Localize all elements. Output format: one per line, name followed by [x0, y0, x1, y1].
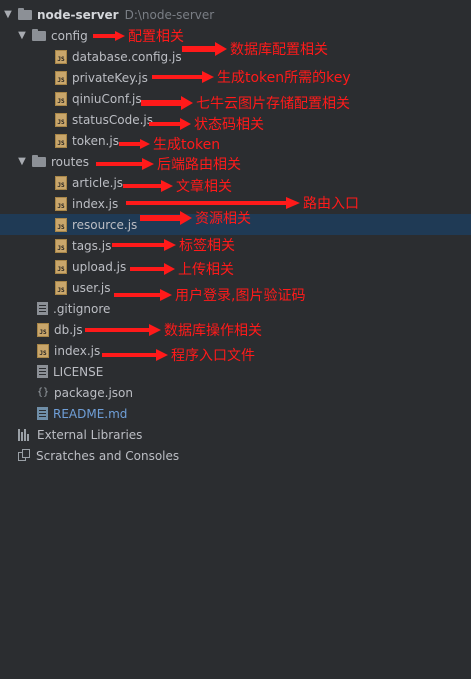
- tree-item-label: README.md: [53, 406, 128, 421]
- js-file-icon: JS: [55, 70, 67, 85]
- annotation-text: 数据库操作相关: [164, 322, 262, 339]
- project-path: D:\node-server: [124, 7, 215, 22]
- red-arrow-icon: [152, 70, 214, 83]
- tree-item-label: Scratches and Consoles: [36, 448, 180, 463]
- annotation-qiniu-conf: 七牛云图片存储配置相关: [141, 92, 350, 113]
- chevron-down-icon[interactable]: ▼: [16, 30, 28, 41]
- json-file-icon: {}: [37, 387, 50, 398]
- tree-item-label: article.js: [72, 175, 124, 190]
- js-file-icon: JS: [55, 175, 67, 190]
- red-arrow-icon: [114, 288, 172, 301]
- annotation-user: 用户登录,图片验证码: [114, 284, 305, 305]
- red-arrow-icon: [93, 30, 125, 41]
- library-icon: [18, 428, 32, 441]
- tree-item-label: index.js: [54, 343, 101, 358]
- folder-icon: [18, 7, 32, 20]
- annotation-text: 后端路由相关: [157, 156, 241, 173]
- tree-item-label: token.js: [72, 133, 119, 148]
- chevron-down-icon[interactable]: ▼: [16, 156, 28, 167]
- annotation-text: 标签相关: [179, 237, 235, 254]
- annotation-upload: 上传相关: [130, 258, 234, 279]
- tree-item-label: qiniuConf.js: [72, 91, 142, 106]
- annotation-text: 七牛云图片存储配置相关: [196, 95, 350, 112]
- red-arrow-icon: [182, 41, 227, 56]
- annotation-token: 生成token: [119, 133, 220, 154]
- js-file-icon: JS: [55, 217, 67, 232]
- js-file-icon: JS: [55, 259, 67, 274]
- annotation-root-index: 程序入口文件: [102, 344, 255, 365]
- annotation-database-config: 数据库配置相关: [182, 38, 328, 59]
- red-arrow-icon: [130, 262, 175, 275]
- red-arrow-icon: [112, 238, 176, 251]
- tree-item-upload[interactable]: JS upload.js: [0, 256, 471, 277]
- tree-item-label: LICENSE: [53, 364, 104, 379]
- js-file-icon: JS: [55, 91, 67, 106]
- tree-item-label: External Libraries: [37, 427, 143, 442]
- tree-item-label: db.js: [54, 322, 83, 337]
- red-arrow-icon: [102, 348, 168, 361]
- annotation-text: 程序入口文件: [171, 347, 255, 364]
- tree-item-label: user.js: [72, 280, 111, 295]
- js-file-icon: JS: [37, 343, 49, 358]
- annotation-text: 生成token: [153, 136, 221, 153]
- js-file-icon: JS: [55, 280, 67, 295]
- annotation-status-code: 状态码相关: [149, 113, 264, 134]
- tree-item-label: statusCode.js: [72, 112, 153, 127]
- annotation-tags: 标签相关: [112, 234, 235, 255]
- js-file-icon: JS: [55, 238, 67, 253]
- annotation-routes: 后端路由相关: [96, 153, 241, 174]
- text-file-icon: [37, 365, 48, 378]
- folder-icon: [32, 28, 46, 41]
- annotation-resource: 资源相关: [140, 207, 251, 228]
- text-file-icon: [37, 302, 48, 315]
- js-file-icon: JS: [37, 322, 49, 337]
- js-file-icon: JS: [55, 196, 67, 211]
- red-arrow-icon: [123, 179, 173, 192]
- project-tree: ▼ node-server D:\node-server ▼ config JS…: [0, 0, 471, 679]
- js-file-icon: JS: [55, 49, 67, 64]
- annotation-config: 配置相关: [93, 25, 184, 46]
- red-arrow-icon: [149, 117, 191, 130]
- tree-item-label: index.js: [72, 196, 119, 211]
- red-arrow-icon: [119, 138, 150, 149]
- folder-icon: [32, 154, 46, 167]
- tree-item-package-json[interactable]: {} package.json: [0, 382, 471, 403]
- annotation-text: 路由入口: [303, 195, 359, 212]
- tree-item-label: config: [51, 28, 88, 43]
- tree-item-label: .gitignore: [53, 301, 111, 316]
- red-arrow-icon: [85, 323, 161, 336]
- tree-item-label: tags.js: [72, 238, 112, 253]
- annotation-text: 配置相关: [128, 28, 184, 45]
- tree-item-label: upload.js: [72, 259, 127, 274]
- tree-item-label: resource.js: [72, 217, 138, 232]
- tree-item-label: database.config.js: [72, 49, 182, 64]
- annotation-text: 资源相关: [195, 210, 251, 227]
- tree-item-label: privateKey.js: [72, 70, 148, 85]
- annotation-text: 数据库配置相关: [230, 41, 328, 58]
- tree-item-project-root[interactable]: ▼ node-server D:\node-server: [0, 4, 471, 25]
- red-arrow-icon: [140, 210, 192, 225]
- tree-item-external-libraries[interactable]: External Libraries: [0, 424, 471, 445]
- red-arrow-icon: [96, 157, 154, 170]
- chevron-down-icon[interactable]: ▼: [2, 9, 14, 20]
- project-name: node-server: [37, 7, 119, 22]
- tree-item-tags[interactable]: JS tags.js: [0, 235, 471, 256]
- annotation-private-key: 生成token所需的key: [152, 66, 351, 87]
- js-file-icon: JS: [55, 133, 67, 148]
- annotation-text: 生成token所需的key: [217, 69, 351, 86]
- js-file-icon: JS: [55, 112, 67, 127]
- tree-item-label: routes: [51, 154, 89, 169]
- markdown-file-icon: [37, 407, 48, 420]
- annotation-text: 上传相关: [178, 261, 234, 278]
- annotation-text: 状态码相关: [194, 116, 264, 133]
- annotation-db: 数据库操作相关: [85, 319, 262, 340]
- tree-item-article[interactable]: JS article.js: [0, 172, 471, 193]
- tree-item-scratches[interactable]: Scratches and Consoles: [0, 445, 471, 466]
- scratches-icon: [18, 449, 31, 462]
- tree-item-readme[interactable]: README.md: [0, 403, 471, 424]
- annotation-text: 用户登录,图片验证码: [175, 287, 306, 304]
- red-arrow-icon: [141, 95, 193, 110]
- tree-item-label: package.json: [54, 385, 134, 400]
